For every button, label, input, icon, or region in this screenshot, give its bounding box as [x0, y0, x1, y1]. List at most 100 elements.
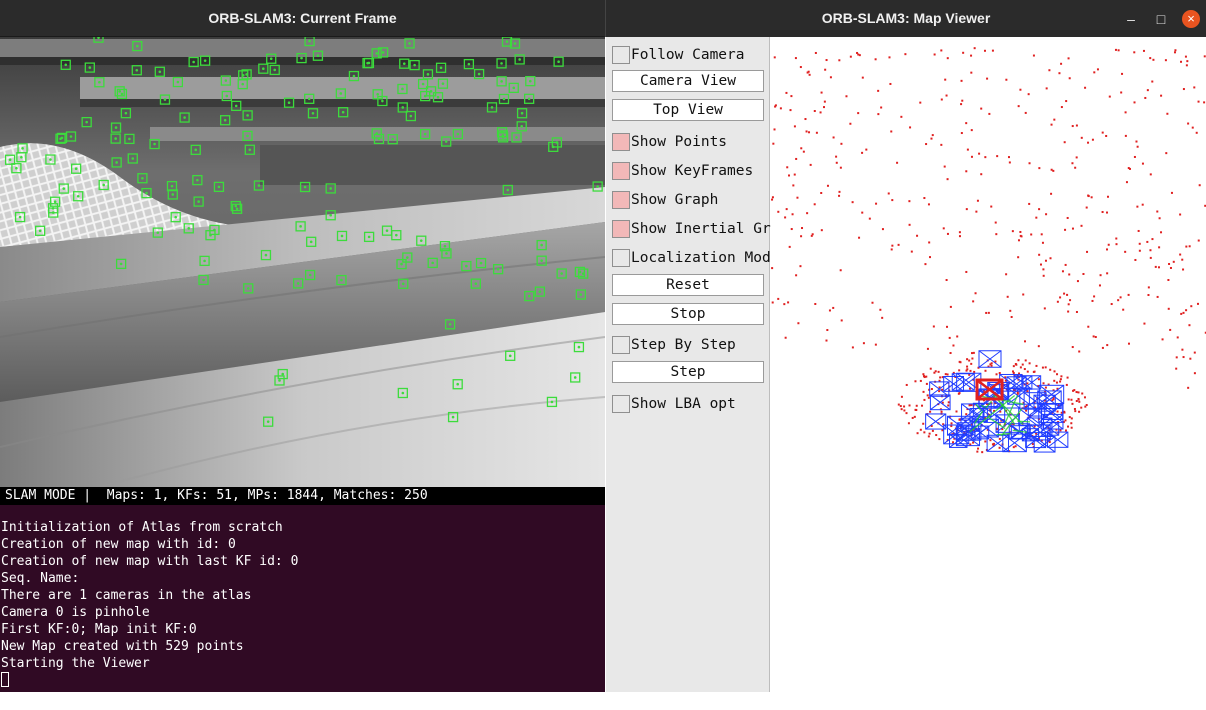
follow-camera-box[interactable]: [612, 46, 630, 64]
map-point: [1019, 234, 1022, 237]
map-point: [862, 342, 865, 345]
map-point: [1039, 263, 1042, 266]
map-point: [1037, 345, 1040, 348]
current-frame-titlebar[interactable]: ORB-SLAM3: Current Frame: [0, 0, 605, 37]
show-points-box[interactable]: [612, 133, 630, 151]
map-point: [1182, 88, 1185, 91]
map-point: [1184, 55, 1187, 58]
map-point: [914, 380, 917, 383]
show-graph-box[interactable]: [612, 191, 630, 209]
map-point: [944, 78, 947, 81]
map-point: [1070, 426, 1073, 429]
feature-point: [520, 111, 524, 115]
map-point: [935, 434, 938, 437]
map-point: [1071, 162, 1074, 165]
map-point: [1055, 381, 1058, 384]
map-point: [805, 130, 808, 133]
map-point: [916, 234, 919, 237]
feature-point: [299, 225, 302, 228]
feature-point: [376, 92, 379, 96]
map-point: [1094, 336, 1097, 339]
map-point: [820, 191, 823, 194]
map-point: [790, 228, 793, 231]
keyframe: [929, 394, 951, 411]
feature-point: [402, 62, 406, 65]
map-point: [792, 184, 795, 187]
map-point: [799, 265, 802, 268]
map-point: [779, 107, 782, 110]
map-point: [1016, 391, 1019, 394]
map-point: [1182, 311, 1185, 314]
map-point: [1154, 265, 1157, 268]
stop-button[interactable]: Stop: [612, 303, 764, 325]
map-point: [970, 129, 973, 132]
map-point: [1032, 54, 1035, 57]
map-point: [877, 113, 880, 116]
map-viewer-titlebar[interactable]: ORB-SLAM3: Map Viewer – □ ×: [605, 0, 1206, 37]
map-point: [1098, 284, 1101, 287]
maximize-icon[interactable]: □: [1152, 10, 1170, 28]
map-point: [1106, 272, 1109, 275]
terminal-line: Starting the Viewer: [1, 656, 150, 671]
feature-point: [431, 261, 434, 265]
localization-mode-box[interactable]: [612, 249, 630, 267]
show-inertial-graph-box[interactable]: [612, 220, 630, 238]
feature-point: [367, 235, 371, 239]
map-point: [820, 91, 823, 94]
map-point: [1193, 372, 1196, 375]
map-point: [1071, 125, 1074, 128]
map-point: [1086, 250, 1089, 253]
map-point: [965, 122, 968, 125]
map-point: [1121, 72, 1124, 75]
feature-point: [515, 136, 518, 139]
map-point: [921, 404, 924, 407]
map-point: [1063, 141, 1066, 144]
map-point: [905, 383, 908, 386]
map-point: [1017, 239, 1020, 242]
map-point: [925, 143, 928, 146]
map-point: [970, 155, 973, 158]
map-point: [903, 405, 906, 408]
camera-view-button[interactable]: Camera View: [612, 70, 764, 92]
close-icon[interactable]: ×: [1182, 9, 1200, 28]
map-point: [1064, 419, 1067, 422]
map-point: [1082, 272, 1085, 275]
map-point: [970, 54, 973, 57]
map-point: [1053, 379, 1056, 382]
step-button[interactable]: Step: [612, 361, 764, 383]
feature-point: [163, 98, 167, 101]
top-view-button[interactable]: Top View: [612, 99, 764, 121]
map-point: [1197, 239, 1200, 242]
map-point: [1188, 245, 1191, 248]
feature-point: [246, 287, 250, 290]
keyframe-diagonals: [986, 434, 1009, 452]
map-point: [1058, 72, 1061, 75]
map-point: [814, 302, 817, 305]
show-lba-opt-box[interactable]: [612, 395, 630, 413]
map-point: [1133, 155, 1136, 158]
feature-point: [308, 39, 311, 43]
map-point: [995, 233, 998, 236]
map-point: [960, 79, 963, 82]
map-point: [1071, 402, 1074, 405]
feature-point: [128, 137, 131, 141]
map-point: [1067, 425, 1070, 428]
minimize-icon[interactable]: –: [1122, 10, 1140, 28]
map-3d-canvas[interactable]: [771, 37, 1206, 692]
feature-point: [451, 415, 455, 419]
map-point: [965, 208, 968, 211]
map-point: [1136, 205, 1139, 208]
map-point: [1049, 368, 1052, 371]
feature-point: [540, 259, 543, 262]
map-point: [1056, 410, 1059, 413]
map-point: [1106, 211, 1109, 214]
terminal-output[interactable]: Initialization of Atlas from scratch Cre…: [0, 505, 605, 692]
show-keyframes-box[interactable]: [612, 162, 630, 180]
feature-point: [246, 114, 249, 117]
map-point: [968, 359, 971, 362]
reset-button[interactable]: Reset: [612, 274, 764, 296]
map-point: [771, 267, 774, 270]
feature-point: [124, 111, 128, 115]
step-by-step-box[interactable]: [612, 336, 630, 354]
map-point: [799, 66, 802, 69]
